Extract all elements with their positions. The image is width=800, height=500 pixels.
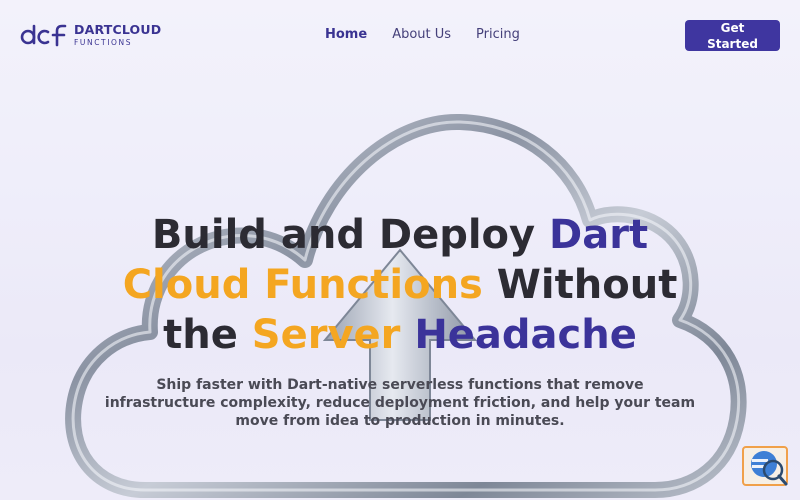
site-header: DARTCLOUD FUNCTIONS Home About Us Pricin… [0, 0, 800, 72]
title-part: the [163, 312, 252, 358]
title-part-highlight: Dart [549, 212, 649, 258]
title-part-highlight: Server [251, 312, 401, 358]
title-part: Build and Deploy [151, 212, 550, 258]
dcf-logo-icon [20, 24, 67, 47]
brand-name: DARTCLOUD [74, 21, 162, 37]
get-started-label: Get Started [707, 20, 758, 51]
nav-home-link[interactable]: Home [325, 27, 367, 42]
search-chat-icon[interactable] [742, 446, 790, 488]
nav-about-link[interactable]: About Us [392, 27, 451, 42]
brand-text: DARTCLOUD FUNCTIONS [74, 21, 162, 47]
nav-pricing-link[interactable]: Pricing [476, 27, 520, 42]
hero-title: Build and Deploy Dart Cloud Functions Wi… [50, 210, 750, 360]
title-part-highlight: Cloud Functions [122, 262, 483, 308]
get-started-button[interactable]: Get Started [685, 20, 780, 51]
main-nav: Home About Us Pricing [325, 27, 520, 42]
hero-subtitle: Ship faster with Dart-native serverless … [104, 377, 696, 429]
brand-tagline: FUNCTIONS [74, 38, 133, 47]
title-part: Without [482, 262, 678, 308]
brand-logo[interactable]: DARTCLOUD FUNCTIONS [20, 22, 161, 48]
title-part-highlight: Headache [400, 312, 637, 358]
